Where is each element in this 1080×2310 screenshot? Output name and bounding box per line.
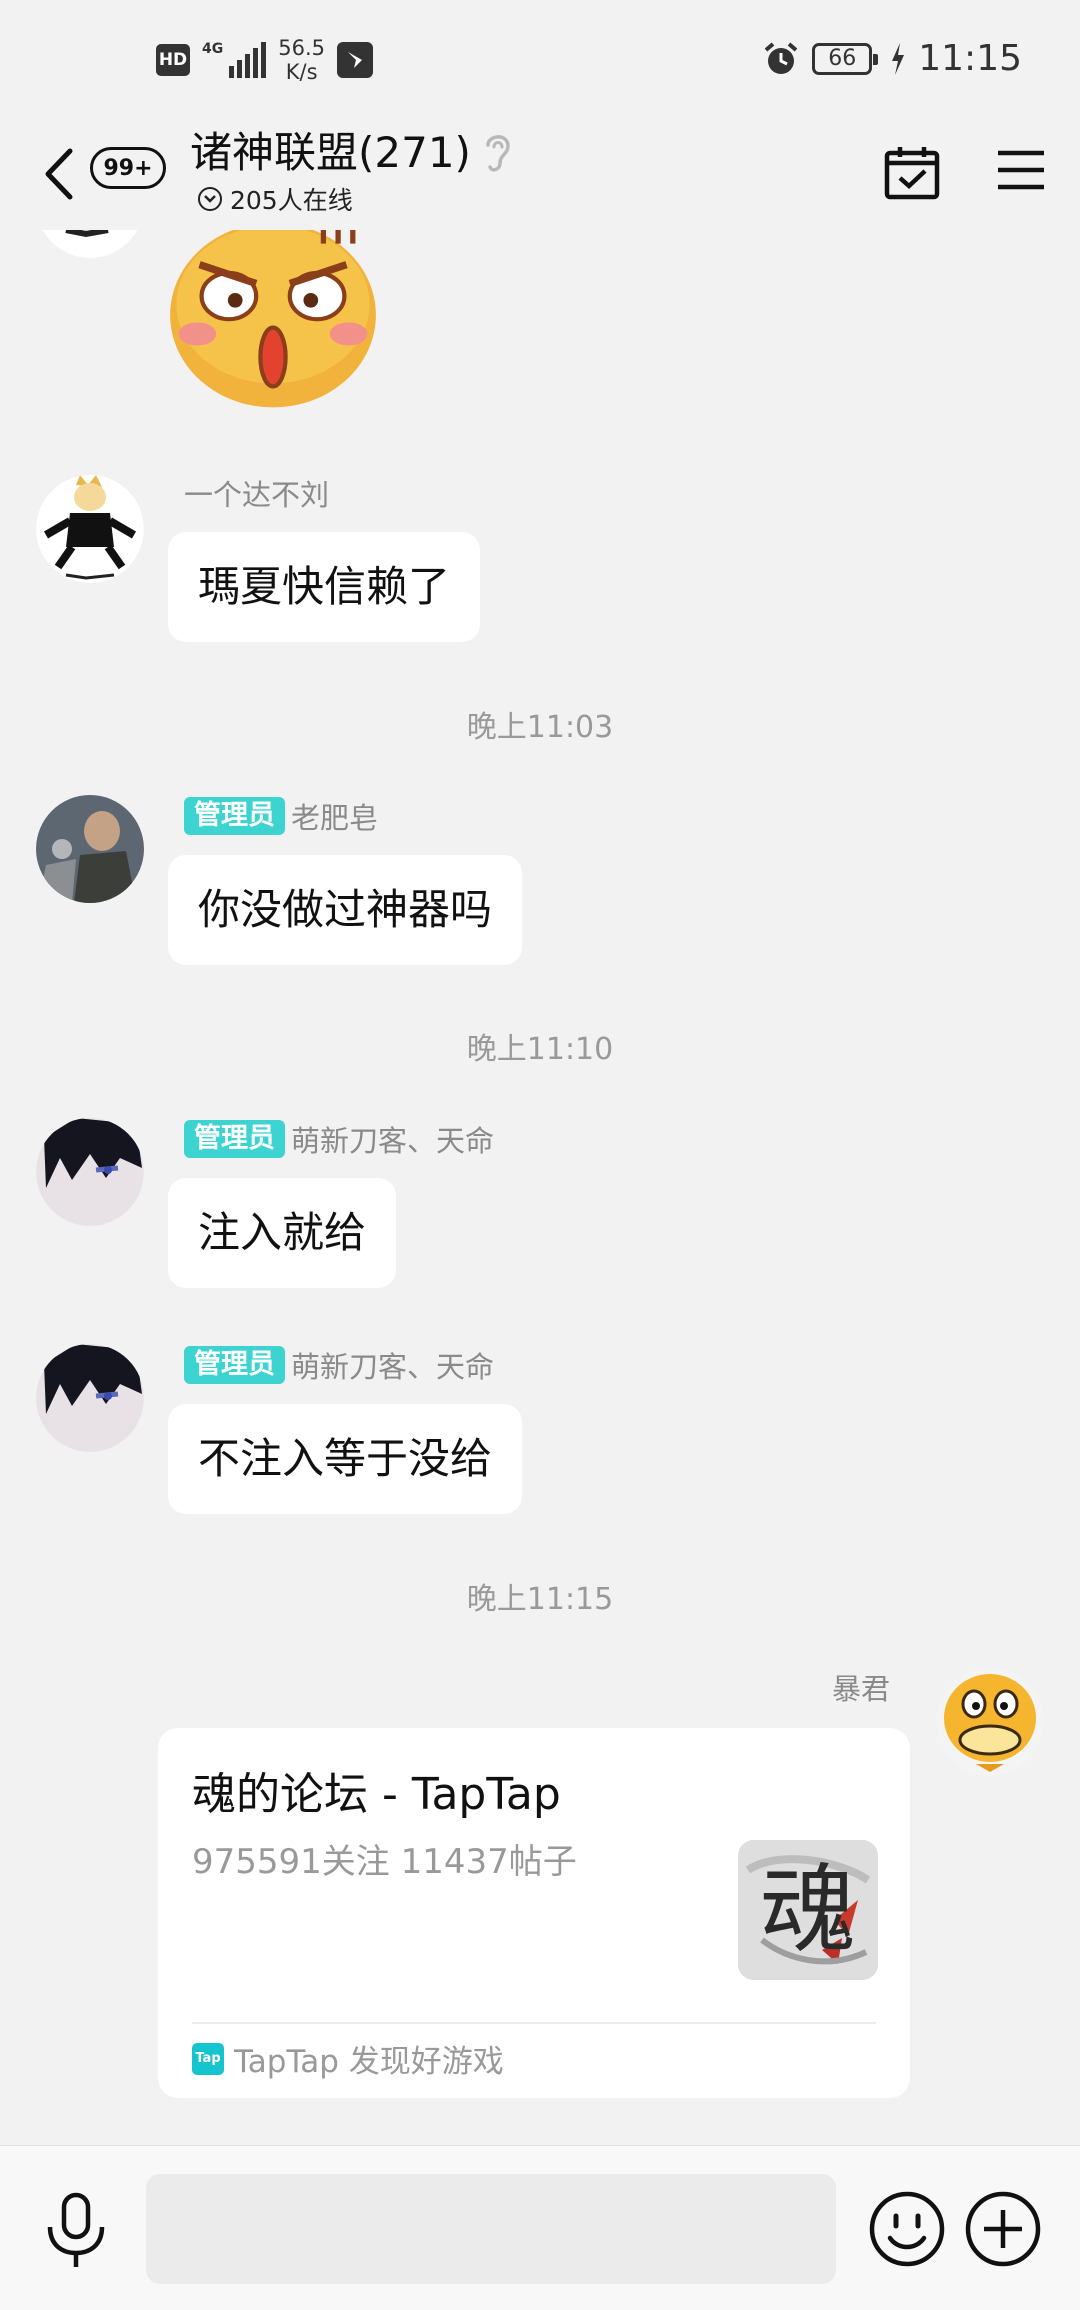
timestamp: 晚上11:03 <box>466 710 614 745</box>
card-source-text: TapTap 发现好游戏 <box>234 2044 504 2080</box>
signal-icon: 4G <box>202 41 267 78</box>
calendar-check-icon[interactable] <box>884 145 940 201</box>
status-bar: HD 4G 56.5 K/s 66 11:15 <box>0 0 1080 125</box>
message-bubble[interactable]: 你没做过神器吗 <box>168 855 523 965</box>
admin-badge: 管理员 <box>184 797 285 835</box>
app-notification-icon <box>337 42 373 78</box>
ear-icon[interactable] <box>482 129 514 175</box>
message-input[interactable] <box>146 2174 836 2284</box>
alarm-icon <box>764 41 798 74</box>
sender-name: 暴君 <box>831 1672 890 1706</box>
shared-link-card[interactable]: 魂的论坛 - TapTap 975591关注 11437帖子 魂 Tap Tap… <box>158 1728 910 2098</box>
emoji-icon[interactable] <box>868 2190 946 2268</box>
input-bar <box>0 2145 1080 2310</box>
avatar[interactable] <box>36 1118 144 1226</box>
timestamp: 晚上11:15 <box>466 1582 614 1617</box>
online-count: 205人在线 <box>230 186 353 215</box>
sender-name[interactable]: 管理员 萌新刀客、天命 <box>184 1344 494 1386</box>
battery-icon: 66 <box>812 42 879 75</box>
sticker-image[interactable] <box>168 230 378 410</box>
card-stats: 975591关注 11437帖子 <box>192 1842 577 1882</box>
card-thumbnail: 魂 <box>738 1840 878 1980</box>
message-bubble[interactable]: 注入就给 <box>168 1178 397 1288</box>
chat-header: 99+ 诸神联盟(271) 205人在线 <box>0 125 1080 230</box>
avatar[interactable] <box>36 795 144 903</box>
avatar[interactable] <box>36 475 144 583</box>
message-bubble[interactable]: 瑪夏快信赖了 <box>168 532 481 642</box>
charging-icon <box>892 42 905 75</box>
card-source: Tap TapTap 发现好游戏 <box>192 2036 504 2081</box>
admin-badge: 管理员 <box>184 1346 285 1384</box>
sender-name[interactable]: 管理员 萌新刀客、天命 <box>184 1118 494 1160</box>
sender-name[interactable]: 一个达不刘 <box>184 472 329 514</box>
menu-icon[interactable] <box>998 147 1044 193</box>
avatar[interactable] <box>36 1344 144 1452</box>
group-title[interactable]: 诸神联盟(271) <box>190 125 471 181</box>
back-arrow-icon[interactable] <box>40 145 80 203</box>
card-thumbnail-glyph: 魂 <box>760 1854 856 1966</box>
network-type: 4G <box>202 41 224 57</box>
avatar[interactable] <box>936 1668 1044 1776</box>
online-status[interactable]: 205人在线 <box>198 181 353 217</box>
card-divider <box>192 2022 876 2024</box>
message-bubble[interactable]: 不注入等于没给 <box>168 1404 523 1514</box>
network-speed: 56.5 K/s <box>278 36 325 84</box>
plus-icon[interactable] <box>964 2190 1042 2268</box>
card-title: 魂的论坛 - TapTap <box>192 1769 561 1820</box>
unread-badge[interactable]: 99+ <box>90 147 166 189</box>
timestamp: 晚上11:10 <box>466 1032 614 1067</box>
microphone-icon[interactable] <box>40 2191 112 2271</box>
chat-area[interactable]: 一个达不刘 瑪夏快信赖了 晚上11:03 管理员 老肥皂 你没做过神器吗 晚上1… <box>0 230 1080 2145</box>
taptap-logo-icon: Tap <box>192 2042 224 2075</box>
admin-badge: 管理员 <box>184 1120 285 1158</box>
status-time: 11:15 <box>918 38 1022 79</box>
chevron-down-icon <box>198 187 222 211</box>
hd-badge: HD <box>156 44 190 76</box>
avatar[interactable] <box>36 230 144 258</box>
sender-name[interactable]: 管理员 老肥皂 <box>184 795 378 837</box>
